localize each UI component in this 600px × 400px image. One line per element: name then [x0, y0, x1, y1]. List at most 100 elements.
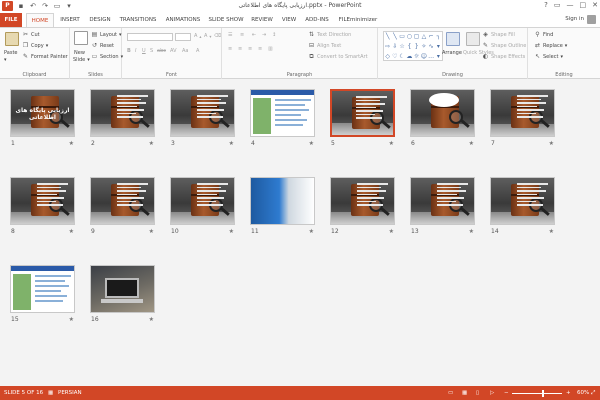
slide-thumbnail-13[interactable]: 13 ★ — [410, 177, 475, 237]
decrease-indent-icon[interactable]: ⇤ — [252, 32, 256, 38]
shape-oval-icon[interactable]: ○ — [406, 32, 413, 42]
reset-button[interactable]: ↺ Reset — [91, 43, 114, 50]
shape-moon-icon[interactable]: ☾ — [399, 52, 406, 62]
font-color-icon[interactable]: A — [196, 48, 199, 54]
maximize-icon[interactable]: □ — [580, 1, 587, 9]
normal-view-icon[interactable]: ▭ — [448, 390, 453, 396]
slide-thumbnail-10[interactable]: 10 ★ — [170, 177, 235, 237]
align-right-icon[interactable]: ≡ — [248, 46, 252, 52]
section-button[interactable]: ▭ Section ▾ — [91, 54, 123, 61]
transition-star-icon[interactable]: ★ — [549, 140, 554, 147]
strikethrough-icon[interactable]: abc — [157, 48, 166, 54]
shape-connector-icon[interactable]: ⌐ — [428, 32, 435, 42]
zoom-in-icon[interactable]: + — [566, 390, 571, 396]
align-text-button[interactable]: ⊟ Align Text — [308, 43, 341, 50]
slide-thumbnail-7[interactable]: 7 ★ — [490, 89, 555, 149]
tab-home[interactable]: HOME — [26, 13, 54, 27]
shape-fill-button[interactable]: ◈ Shape Fill — [482, 32, 515, 39]
transition-star-icon[interactable]: ★ — [69, 316, 74, 323]
copy-button[interactable]: ❐ Copy ▾ — [22, 43, 48, 50]
align-left-icon[interactable]: ≡ — [228, 46, 232, 52]
transition-star-icon[interactable]: ★ — [149, 316, 154, 323]
slide-thumbnail-9[interactable]: 9 ★ — [90, 177, 155, 237]
slide-thumbnail-6[interactable]: 6 ★ — [410, 89, 475, 149]
select-button[interactable]: ↖ Select ▾ — [534, 54, 563, 61]
tab-transitions[interactable]: TRANSITIONS — [116, 13, 160, 27]
shape-brace2-icon[interactable]: } — [413, 42, 420, 52]
underline-icon[interactable]: U — [142, 48, 146, 54]
minimize-icon[interactable]: — — [567, 1, 574, 9]
bold-icon[interactable]: B — [127, 48, 131, 54]
transition-star-icon[interactable]: ★ — [549, 228, 554, 235]
shape-outline-button[interactable]: ✎ Shape Outline — [482, 43, 526, 50]
slide-preview[interactable] — [330, 177, 395, 225]
shapes-gallery[interactable]: ╲ ╲ ▭ ○ ▢ △ ⌐ ┐ ⇨ ⇩ ☆{} ✧ ∿ ▾ ◇ ♡ ☾ ☁ ☼ ☺… ▾ — [383, 31, 443, 61]
zoom-slider-thumb[interactable] — [542, 390, 544, 397]
slide-preview[interactable] — [90, 177, 155, 225]
transition-star-icon[interactable]: ★ — [469, 140, 474, 147]
columns-icon[interactable]: ▥ — [268, 46, 273, 52]
paste-icon[interactable] — [5, 32, 19, 46]
slide-thumbnail-16[interactable]: 16 ★ — [90, 265, 155, 325]
shadow-icon[interactable]: S — [150, 48, 153, 54]
text-direction-button[interactable]: ⇅ Text Direction — [308, 32, 351, 39]
transition-star-icon[interactable]: ★ — [309, 228, 314, 235]
tab-animations[interactable]: ANIMATIONS — [162, 13, 204, 27]
shape-more-icon[interactable]: … — [428, 52, 435, 62]
bullets-icon[interactable]: ☰ — [228, 32, 232, 38]
slide-thumbnail-12[interactable]: 12 ★ — [330, 177, 395, 237]
transition-star-icon[interactable]: ★ — [389, 228, 394, 235]
arrange-icon[interactable] — [446, 32, 460, 46]
slide-preview[interactable] — [90, 89, 155, 137]
shape-line2-icon[interactable]: ╲ — [391, 32, 398, 42]
arrange-button[interactable]: Arrange — [442, 50, 462, 56]
ribbon-display-icon[interactable]: ▭ — [554, 1, 561, 9]
layout-button[interactable]: ▤ Layout ▾ — [91, 32, 122, 39]
transition-star-icon[interactable]: ★ — [309, 140, 314, 147]
shape-triangle-icon[interactable]: △ — [420, 32, 427, 42]
transition-star-icon[interactable]: ★ — [149, 228, 154, 235]
shape-callout-icon[interactable]: ◇ — [384, 52, 391, 62]
slide-thumbnail-2[interactable]: 2 ★ — [90, 89, 155, 149]
grow-font-icon[interactable]: A ▴ — [194, 33, 202, 39]
slide-preview[interactable] — [250, 177, 315, 225]
slide-thumbnail-11[interactable]: 11 ★ — [250, 177, 315, 237]
shape-star-icon[interactable]: ☆ — [399, 42, 406, 52]
slide-sorter-view-icon[interactable]: ▦ — [462, 390, 467, 396]
slide-thumbnail-1[interactable]: ارزیابی پایگاه های اطلاعاتی 1 ★ — [10, 89, 75, 149]
zoom-slider[interactable] — [512, 393, 562, 394]
transition-star-icon[interactable]: ★ — [69, 140, 74, 147]
paste-button[interactable]: Paste — [4, 50, 18, 56]
tab-fileminimizer[interactable]: FILEminimizer — [336, 13, 380, 27]
slide-thumbnail-8[interactable]: 8 ★ — [10, 177, 75, 237]
fit-to-window-icon[interactable]: ⤢ — [591, 390, 595, 397]
justify-icon[interactable]: ≡ — [258, 46, 262, 52]
slide-preview[interactable] — [490, 177, 555, 225]
zoom-out-icon[interactable]: − — [504, 390, 509, 396]
slide-preview[interactable] — [170, 177, 235, 225]
slide-preview[interactable] — [490, 89, 555, 137]
replace-button[interactable]: ⇄ Replace ▾ — [534, 43, 567, 50]
zoom-level[interactable]: 60% — [577, 390, 589, 396]
change-case-icon[interactable]: Aa — [182, 48, 188, 54]
reading-view-icon[interactable]: ▯ — [476, 390, 479, 396]
transition-star-icon[interactable]: ★ — [149, 140, 154, 147]
transition-star-icon[interactable]: ★ — [469, 228, 474, 235]
slide-thumbnail-14[interactable]: 14 ★ — [490, 177, 555, 237]
slide-thumbnail-5[interactable]: 5 ★ — [330, 89, 395, 149]
tab-view[interactable]: VIEW — [278, 13, 300, 27]
slide-preview[interactable] — [10, 265, 75, 313]
slide-preview[interactable] — [410, 89, 475, 137]
transition-star-icon[interactable]: ★ — [389, 140, 394, 147]
shape-effects-button[interactable]: ◐ Shape Effects — [482, 54, 525, 61]
slide-thumbnail-15[interactable]: 15 ★ — [10, 265, 75, 325]
tab-review[interactable]: REVIEW — [248, 13, 276, 27]
transition-star-icon[interactable]: ★ — [69, 228, 74, 235]
shape-arrow-icon[interactable]: ⇨ — [384, 42, 391, 52]
tab-slide-show[interactable]: SLIDE SHOW — [206, 13, 246, 27]
shape-elbow-icon[interactable]: ┐ — [435, 32, 442, 42]
tab-insert[interactable]: INSERT — [56, 13, 84, 27]
transition-star-icon[interactable]: ★ — [229, 228, 234, 235]
slide-thumbnail-3[interactable]: 3 ★ — [170, 89, 235, 149]
language-status[interactable]: PERSIAN — [58, 390, 82, 396]
